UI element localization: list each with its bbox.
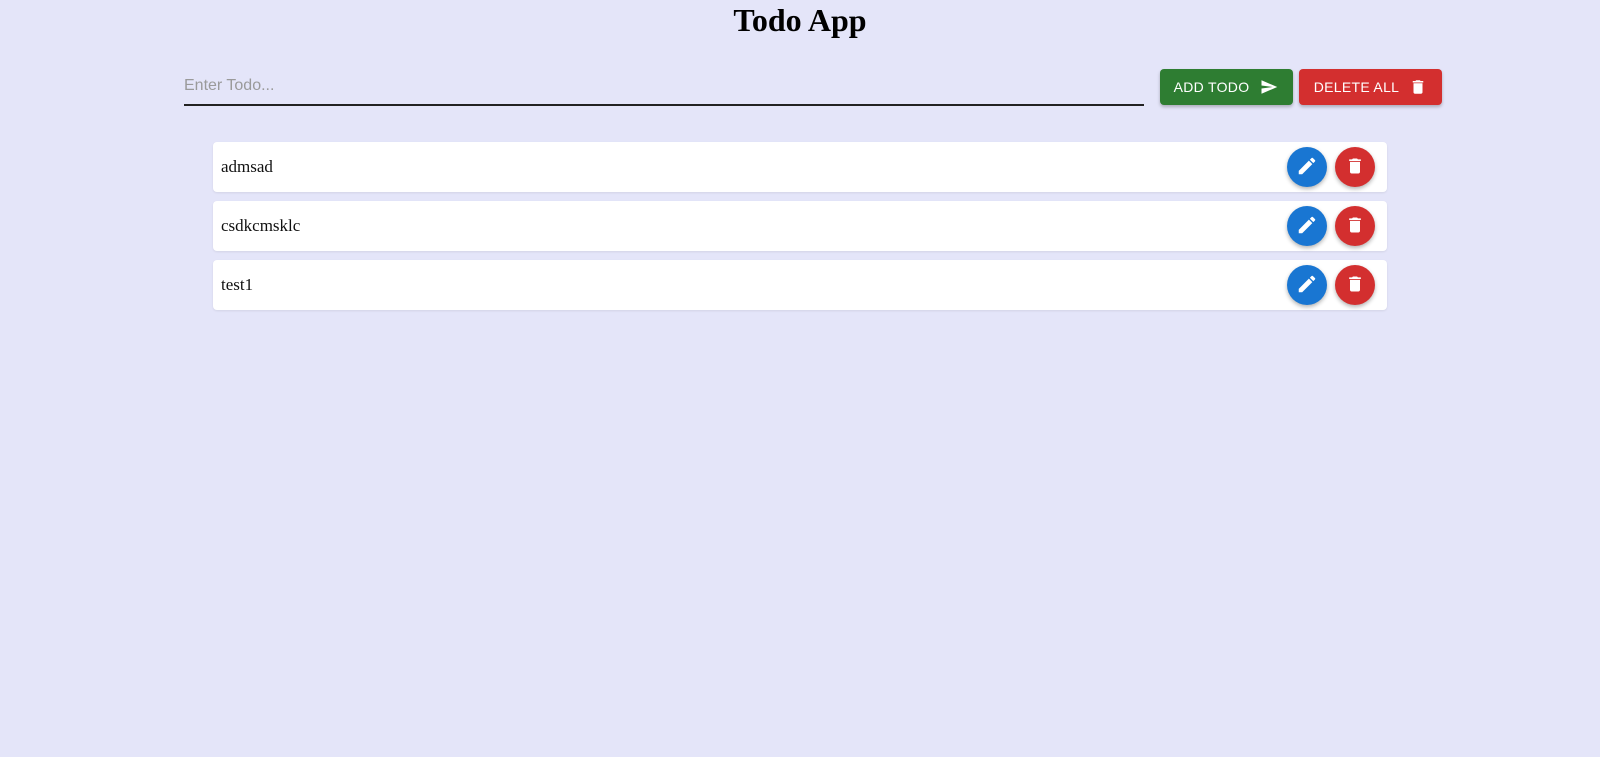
trash-icon	[1409, 78, 1427, 96]
page-title: Todo App	[733, 2, 867, 38]
delete-all-label: DELETE ALL	[1313, 79, 1400, 95]
todo-text: csdkcmsklc	[221, 216, 301, 235]
edit-todo-button[interactable]	[1287, 147, 1327, 187]
add-todo-button[interactable]: ADD TODO	[1160, 69, 1293, 105]
trash-icon	[1345, 274, 1365, 297]
delete-todo-button[interactable]	[1335, 206, 1375, 246]
todo-text: admsad	[221, 157, 273, 176]
edit-todo-button[interactable]	[1287, 265, 1327, 305]
delete-all-button[interactable]: DELETE ALL	[1299, 69, 1442, 105]
todo-input[interactable]	[184, 68, 1144, 106]
delete-todo-button[interactable]	[1335, 265, 1375, 305]
add-todo-form: ADD TODO DELETE ALL	[184, 68, 1442, 106]
list-item: admsad	[213, 142, 1387, 192]
todo-list: admsad csdkcmsklc test1	[213, 142, 1387, 319]
edit-todo-button[interactable]	[1287, 206, 1327, 246]
delete-todo-button[interactable]	[1335, 147, 1375, 187]
send-icon	[1259, 78, 1279, 96]
list-item: csdkcmsklc	[213, 201, 1387, 251]
pencil-icon	[1296, 214, 1318, 239]
add-todo-label: ADD TODO	[1173, 79, 1250, 95]
todo-text: test1	[221, 275, 254, 294]
trash-icon	[1345, 156, 1365, 179]
pencil-icon	[1296, 273, 1318, 298]
trash-icon	[1345, 215, 1365, 238]
list-item: test1	[213, 260, 1387, 310]
pencil-icon	[1296, 155, 1318, 180]
